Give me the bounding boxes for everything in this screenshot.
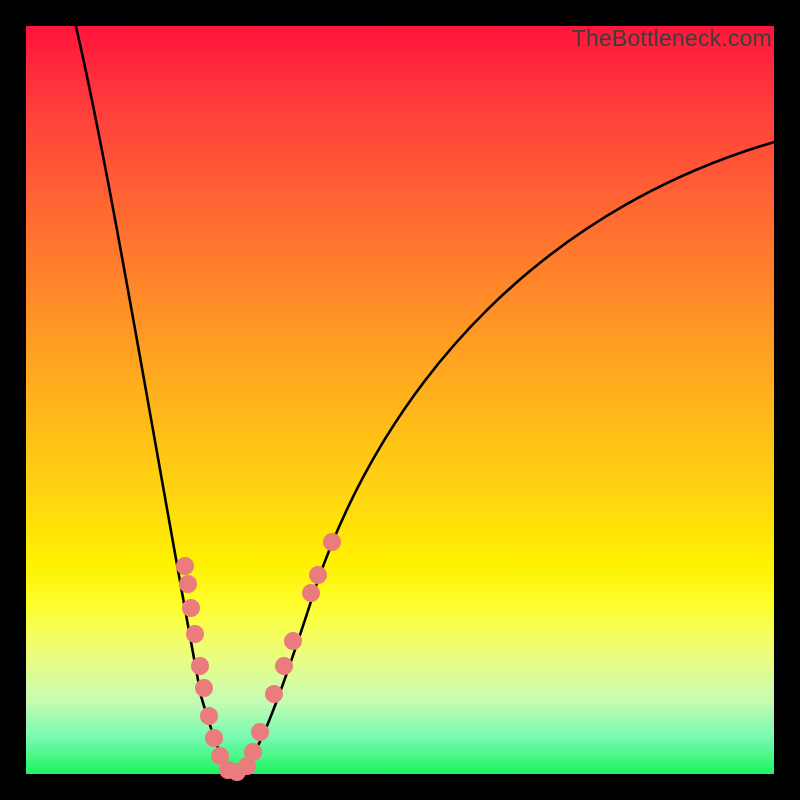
watermark-text: TheBottleneck.com <box>572 25 772 52</box>
plot-area: TheBottleneck.com <box>26 26 774 774</box>
data-marker <box>285 633 302 650</box>
data-marker <box>180 576 197 593</box>
data-marker <box>183 600 200 617</box>
data-marker <box>187 626 204 643</box>
bottleneck-curve <box>71 6 796 771</box>
data-marker <box>252 724 269 741</box>
chart-frame: TheBottleneck.com <box>0 0 800 800</box>
data-marker <box>206 730 223 747</box>
data-marker <box>266 686 283 703</box>
data-marker <box>192 658 209 675</box>
data-marker <box>276 658 293 675</box>
data-marker <box>196 680 213 697</box>
data-marker <box>177 558 194 575</box>
bottleneck-curve-svg <box>26 26 774 774</box>
data-marker <box>201 708 218 725</box>
data-marker <box>310 567 327 584</box>
data-marker <box>245 744 262 761</box>
data-marker <box>324 534 341 551</box>
data-marker <box>303 585 320 602</box>
